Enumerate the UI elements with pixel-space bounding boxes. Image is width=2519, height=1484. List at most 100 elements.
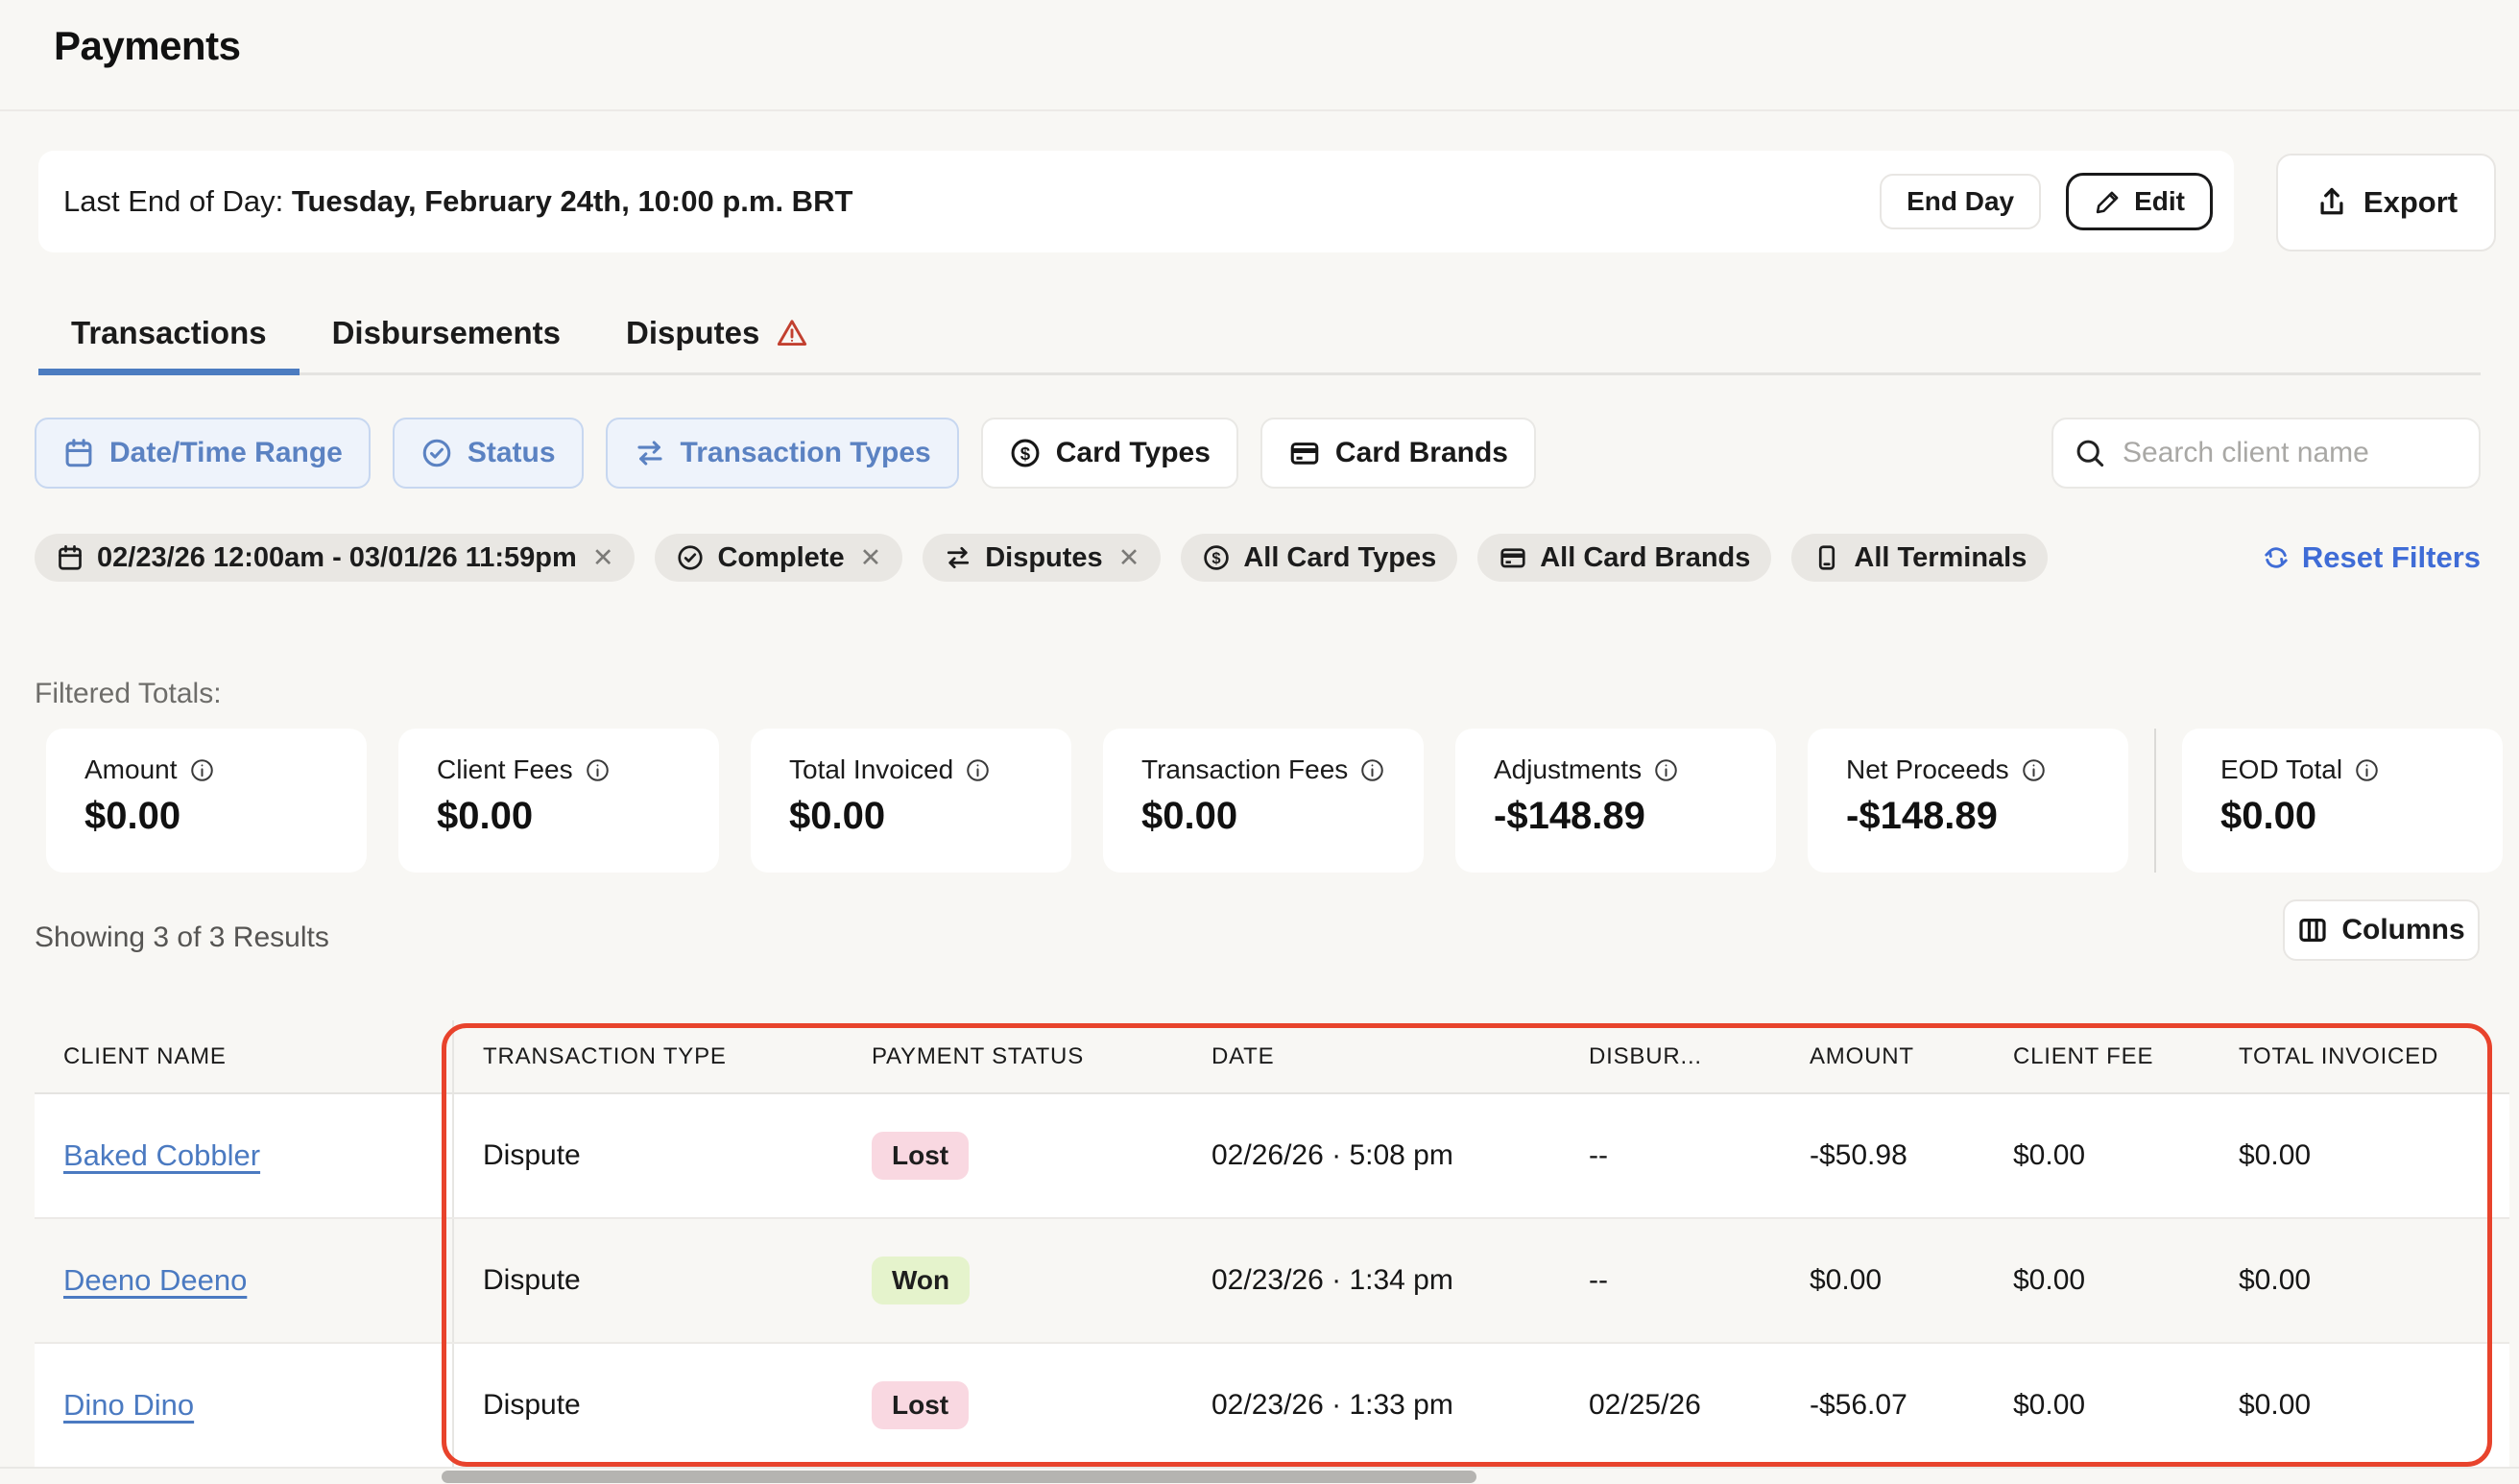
calendar-icon xyxy=(56,543,84,572)
filter-chips-row: 02/23/26 12:00am - 03/01/26 11:59pm ✕ Co… xyxy=(35,534,2481,582)
results-summary: Showing 3 of 3 Results xyxy=(35,922,329,954)
date-cell: 02/23/26 · 1:33 pm xyxy=(1183,1344,1560,1467)
date-time-range-filter-button[interactable]: Date/Time Range xyxy=(35,418,371,489)
card-types-filter-button[interactable]: $ Card Types xyxy=(981,418,1238,489)
table-row: Deeno Deeno Dispute Won 02/23/26 · 1:34 … xyxy=(35,1219,2509,1344)
total-card-eod-total: EOD Total $0.00 xyxy=(2182,729,2503,873)
reset-filters-label: Reset Filters xyxy=(2302,540,2481,575)
client-link[interactable]: Dino Dino xyxy=(63,1388,194,1423)
columns-icon xyxy=(2297,915,2328,945)
swap-arrows-icon xyxy=(634,437,666,469)
transaction-type-cell: Dispute xyxy=(454,1219,843,1342)
chip-date-range-label: 02/23/26 12:00am - 03/01/26 11:59pm xyxy=(97,542,577,574)
pencil-icon xyxy=(2094,187,2123,216)
credit-card-icon xyxy=(1288,437,1321,469)
date-cell: 02/26/26 · 5:08 pm xyxy=(1183,1094,1560,1217)
client-fee-cell: $0.00 xyxy=(1984,1344,2210,1467)
date-cell: 02/23/26 · 1:34 pm xyxy=(1183,1219,1560,1342)
card-brands-filter-button[interactable]: Card Brands xyxy=(1260,418,1536,489)
tab-disputes-label: Disputes xyxy=(626,315,759,351)
terminal-icon xyxy=(1812,543,1841,572)
chip-all-terminals-label: All Terminals xyxy=(1854,542,2027,574)
dollar-circle-icon: $ xyxy=(1202,543,1231,572)
col-header-client-fee: CLIENT FEE xyxy=(1984,1020,2210,1092)
edit-button[interactable]: Edit xyxy=(2066,173,2213,230)
close-icon[interactable]: ✕ xyxy=(860,543,882,573)
total-card-label: Net Proceeds xyxy=(1846,754,2009,785)
svg-text:$: $ xyxy=(1020,443,1031,464)
check-circle-icon xyxy=(676,543,705,572)
export-button[interactable]: Export xyxy=(2276,154,2496,251)
transaction-type-cell: Dispute xyxy=(454,1344,843,1467)
total-card-value: $0.00 xyxy=(1141,795,1424,838)
chip-all-card-brands[interactable]: All Card Brands xyxy=(1477,534,1771,582)
chip-date-range[interactable]: 02/23/26 12:00am - 03/01/26 11:59pm ✕ xyxy=(35,534,635,582)
total-card-value: $0.00 xyxy=(437,795,719,838)
total-card-label: Amount xyxy=(84,754,178,785)
info-icon[interactable] xyxy=(585,757,611,783)
chip-all-terminals[interactable]: All Terminals xyxy=(1791,534,2048,582)
client-link[interactable]: Baked Cobbler xyxy=(63,1138,260,1173)
reset-filters-link[interactable]: Reset Filters xyxy=(2261,540,2481,575)
check-circle-icon xyxy=(420,437,453,469)
info-icon[interactable] xyxy=(2021,757,2047,783)
client-search xyxy=(2051,418,2481,489)
search-icon xyxy=(2073,436,2107,470)
reset-icon xyxy=(2261,542,2291,573)
amount-cell: -$56.07 xyxy=(1781,1344,1984,1467)
search-input[interactable] xyxy=(2123,437,2459,469)
columns-button-label: Columns xyxy=(2341,914,2464,946)
total-card-transaction-fees: Transaction Fees $0.00 xyxy=(1103,729,1424,873)
table-header-row: CLIENT NAME TRANSACTION TYPE PAYMENT STA… xyxy=(35,1020,2509,1094)
client-fee-cell: $0.00 xyxy=(1984,1094,2210,1217)
last-end-of-day-label: Last End of Day: xyxy=(63,184,292,218)
chip-all-card-brands-label: All Card Brands xyxy=(1540,542,1750,574)
close-icon[interactable]: ✕ xyxy=(592,543,614,573)
chip-disputes-label: Disputes xyxy=(985,542,1102,574)
date-time-range-label: Date/Time Range xyxy=(109,437,343,469)
client-link[interactable]: Deeno Deeno xyxy=(63,1263,247,1298)
info-icon[interactable] xyxy=(1359,757,1385,783)
warning-icon xyxy=(775,316,809,350)
col-header-amount: AMOUNT xyxy=(1781,1020,1984,1092)
last-end-of-day-text: Last End of Day: Tuesday, February 24th,… xyxy=(63,184,852,219)
tab-disputes[interactable]: Disputes xyxy=(593,294,842,372)
end-of-day-actions: End Day Edit xyxy=(1880,173,2213,230)
credit-card-icon xyxy=(1499,543,1527,572)
horizontal-scrollbar-thumb[interactable] xyxy=(442,1471,1476,1483)
transaction-type-cell: Dispute xyxy=(454,1094,843,1217)
chip-complete-label: Complete xyxy=(717,542,844,574)
transaction-types-filter-button[interactable]: Transaction Types xyxy=(606,418,959,489)
chip-all-card-types[interactable]: $ All Card Types xyxy=(1181,534,1457,582)
tab-disbursements[interactable]: Disbursements xyxy=(300,294,593,372)
export-button-label: Export xyxy=(2363,185,2458,220)
scrollbar-track-divider xyxy=(0,1467,2519,1469)
end-day-button[interactable]: End Day xyxy=(1880,174,2041,229)
total-card-total-invoiced: Total Invoiced $0.00 xyxy=(751,729,1071,873)
info-icon[interactable] xyxy=(965,757,991,783)
table-row: Dino Dino Dispute Lost 02/23/26 · 1:33 p… xyxy=(35,1344,2509,1469)
total-invoiced-cell: $0.00 xyxy=(2210,1219,2509,1342)
totals-divider xyxy=(2154,729,2156,873)
export-icon xyxy=(2315,185,2349,220)
last-end-of-day-value: Tuesday, February 24th, 10:00 p.m. BRT xyxy=(292,184,853,218)
total-card-label: Client Fees xyxy=(437,754,573,785)
close-icon[interactable]: ✕ xyxy=(1118,543,1140,573)
table-row: Baked Cobbler Dispute Lost 02/26/26 · 5:… xyxy=(35,1094,2509,1219)
status-filter-button[interactable]: Status xyxy=(393,418,584,489)
tabs: Transactions Disbursements Disputes xyxy=(38,294,2481,375)
info-icon[interactable] xyxy=(189,757,215,783)
columns-button[interactable]: Columns xyxy=(2283,899,2480,961)
svg-text:$: $ xyxy=(1212,550,1221,567)
total-card-value: $0.00 xyxy=(84,795,367,838)
total-invoiced-cell: $0.00 xyxy=(2210,1094,2509,1217)
chip-complete[interactable]: Complete ✕ xyxy=(655,534,902,582)
status-badge: Lost xyxy=(872,1381,969,1429)
info-icon[interactable] xyxy=(2354,757,2380,783)
tab-transactions[interactable]: Transactions xyxy=(38,294,300,372)
chip-disputes[interactable]: Disputes ✕ xyxy=(923,534,1161,582)
col-header-client-name: CLIENT NAME xyxy=(35,1020,454,1092)
info-icon[interactable] xyxy=(1653,757,1679,783)
total-card-adjustments: Adjustments -$148.89 xyxy=(1455,729,1776,873)
header-divider xyxy=(0,109,2519,111)
